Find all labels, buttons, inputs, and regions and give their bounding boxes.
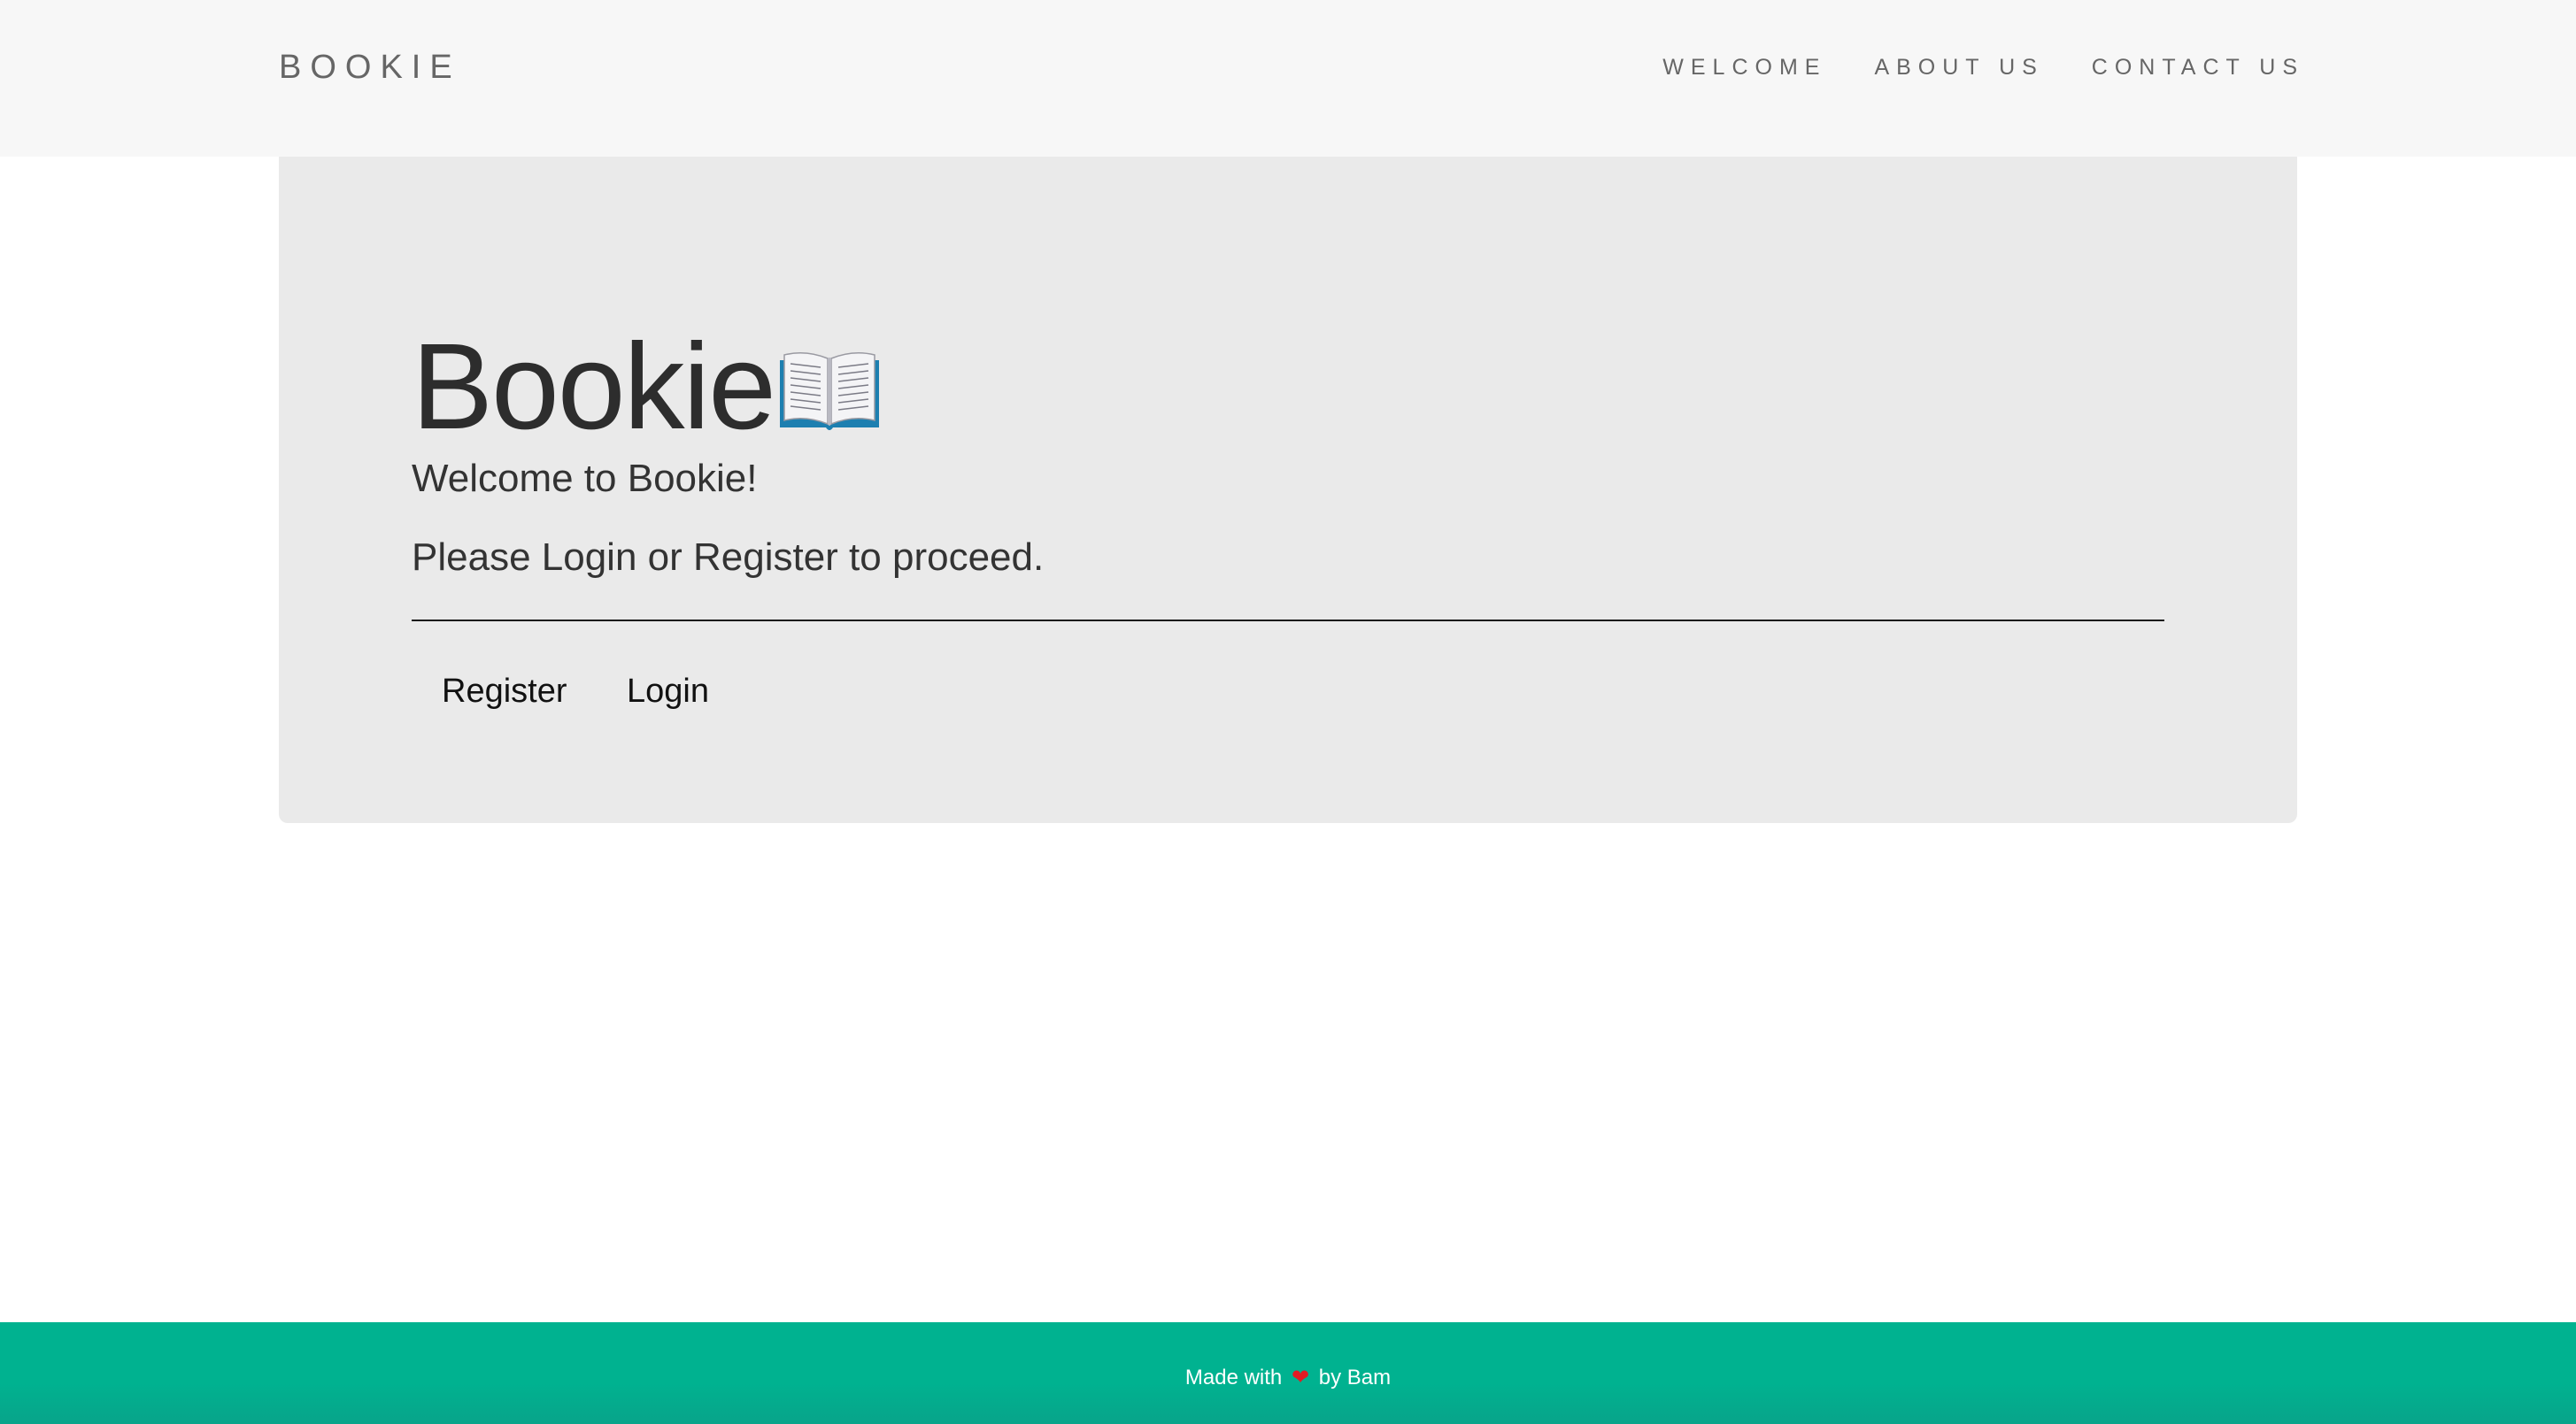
nav-link-about-us[interactable]: ABOUT US bbox=[1874, 53, 2043, 81]
welcome-text: Welcome to Bookie! bbox=[412, 457, 758, 500]
nav-link-welcome[interactable]: WELCOME bbox=[1662, 53, 1826, 81]
nav-link-contact-us[interactable]: CONTACT US bbox=[2092, 53, 2304, 81]
login-button[interactable]: Login bbox=[627, 670, 709, 712]
hero-panel: Bookie Welcome to Bookie! Please Login o… bbox=[279, 157, 2297, 823]
divider bbox=[412, 620, 2164, 621]
hero-title-row: Bookie bbox=[412, 316, 883, 458]
footer-text-before: Made with bbox=[1184, 1366, 1283, 1389]
login-prompt-text: Please Login or Register to proceed. bbox=[412, 535, 1045, 579]
footer-text-after: by Bam bbox=[1318, 1366, 1392, 1389]
heart-icon: ❤ bbox=[1291, 1366, 1310, 1389]
navbar: BOOKIE WELCOME ABOUT US CONTACT US bbox=[0, 0, 2576, 157]
register-button[interactable]: Register bbox=[442, 670, 567, 712]
page-title: Bookie bbox=[412, 319, 776, 455]
footer: Made with ❤ by Bam bbox=[0, 1322, 2576, 1424]
brand-logo[interactable]: BOOKIE bbox=[279, 48, 461, 87]
nav-links: WELCOME ABOUT US CONTACT US bbox=[1662, 53, 2297, 81]
open-book-icon bbox=[776, 348, 883, 433]
footer-credit: Made with ❤ by Bam bbox=[0, 1365, 2576, 1391]
